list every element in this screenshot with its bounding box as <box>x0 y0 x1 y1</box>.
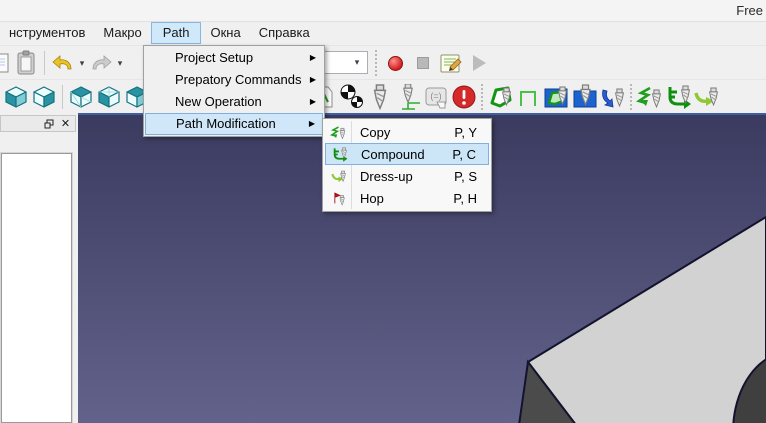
record-macro-icon[interactable] <box>381 48 409 78</box>
menu-help[interactable]: Справка <box>250 22 319 44</box>
path-hop-icon <box>325 190 351 207</box>
svg-text:(=): (=) <box>430 91 441 101</box>
menu-item-prepatory-commands[interactable]: Prepatory Commands ▶ <box>145 69 323 91</box>
menu-item-new-operation[interactable]: New Operation ▶ <box>145 91 323 113</box>
float-icon[interactable] <box>43 118 54 129</box>
shortcut-label: P, H <box>453 190 477 206</box>
toolbar-separator <box>44 51 45 75</box>
combo-view-dock: ✕ <box>0 113 78 423</box>
path-dressup-icon <box>325 168 351 185</box>
post-process-icon[interactable]: (=) <box>422 82 450 112</box>
redo-dropdown-icon[interactable]: ▾ <box>115 58 125 69</box>
paste-icon[interactable] <box>12 48 40 78</box>
play-macro-icon[interactable] <box>465 48 493 78</box>
tree-view-panel[interactable] <box>0 152 73 423</box>
shortcut-label: P, Y <box>454 124 477 140</box>
contour-icon[interactable] <box>515 82 543 112</box>
shortcut-label: P, S <box>454 168 477 184</box>
clipped-copy-icon[interactable] <box>0 48 12 78</box>
menu-bar: нструментов Макро Path Окна Справка <box>0 22 766 45</box>
combo-dropdown-icon: ▾ <box>354 57 360 67</box>
submenu-item-hop[interactable]: Hop P, H <box>325 187 489 209</box>
sanity-check-icon[interactable] <box>450 82 478 112</box>
submenu-expander-icon: ▶ <box>309 53 316 62</box>
model-top-face <box>526 215 766 423</box>
path-compound-icon <box>326 146 352 163</box>
edit-macro-icon[interactable] <box>437 48 465 78</box>
toolbar-handle <box>375 50 378 76</box>
submenu-expander-icon: ▶ <box>308 119 315 128</box>
freecad-window: Free нструментов Макро Path Окна Справка… <box>0 0 766 423</box>
inspect-icon[interactable] <box>338 82 366 112</box>
submenu-item-dressup[interactable]: Dress-up P, S <box>325 165 489 187</box>
compound-icon[interactable] <box>664 82 692 112</box>
menu-windows[interactable]: Окна <box>201 22 249 44</box>
menu-item-project-setup[interactable]: Project Setup ▶ <box>145 47 323 69</box>
toolbit-icon[interactable] <box>366 82 394 112</box>
menu-tools[interactable]: нструментов <box>0 22 94 44</box>
path-modification-submenu: Copy P, Y Compound P, C Dress-up P, S Ho… <box>322 118 492 212</box>
submenu-item-copy[interactable]: Copy P, Y <box>325 121 489 143</box>
stop-macro-icon[interactable] <box>409 48 437 78</box>
path-copy-icon <box>325 124 351 141</box>
submenu-expander-icon: ▶ <box>309 97 316 106</box>
engrave-icon[interactable] <box>599 82 627 112</box>
tool-controller-icon[interactable] <box>394 82 422 112</box>
submenu-item-compound[interactable]: Compound P, C <box>325 143 489 165</box>
dock-title-bar[interactable]: ✕ <box>0 115 76 132</box>
front-view-icon[interactable] <box>67 82 95 112</box>
menu-item-path-modification[interactable]: Path Modification ▶ <box>145 113 323 135</box>
shortcut-label: P, C <box>452 146 476 162</box>
submenu-expander-icon: ▶ <box>309 75 316 84</box>
menu-path[interactable]: Path <box>150 22 202 44</box>
profile-icon[interactable] <box>487 82 515 112</box>
home-view-icon[interactable] <box>30 82 58 112</box>
path-menu-panel: Project Setup ▶ Prepatory Commands ▶ New… <box>143 45 325 137</box>
toolbar-view-and-path: (=) <box>0 79 766 113</box>
window-title: Free <box>736 3 763 18</box>
title-bar: Free <box>0 0 766 22</box>
toolbar-separator <box>62 85 63 109</box>
drilling-icon[interactable] <box>571 82 599 112</box>
undo-dropdown-icon[interactable]: ▾ <box>77 58 87 69</box>
redo-icon[interactable] <box>87 48 115 78</box>
dressup-icon[interactable] <box>692 82 720 112</box>
undo-icon[interactable] <box>49 48 77 78</box>
menu-macro[interactable]: Макро <box>94 22 150 44</box>
axonometric-view-icon[interactable] <box>2 82 30 112</box>
toolbar-handle <box>481 84 484 110</box>
pocket-icon[interactable] <box>543 82 571 112</box>
toolbar-standard: ▾ ▾ ▾ <box>0 45 766 79</box>
toolbar-handle <box>630 84 633 110</box>
close-icon[interactable]: ✕ <box>60 118 71 130</box>
copy-icon[interactable] <box>636 82 664 112</box>
top-view-icon[interactable] <box>95 82 123 112</box>
